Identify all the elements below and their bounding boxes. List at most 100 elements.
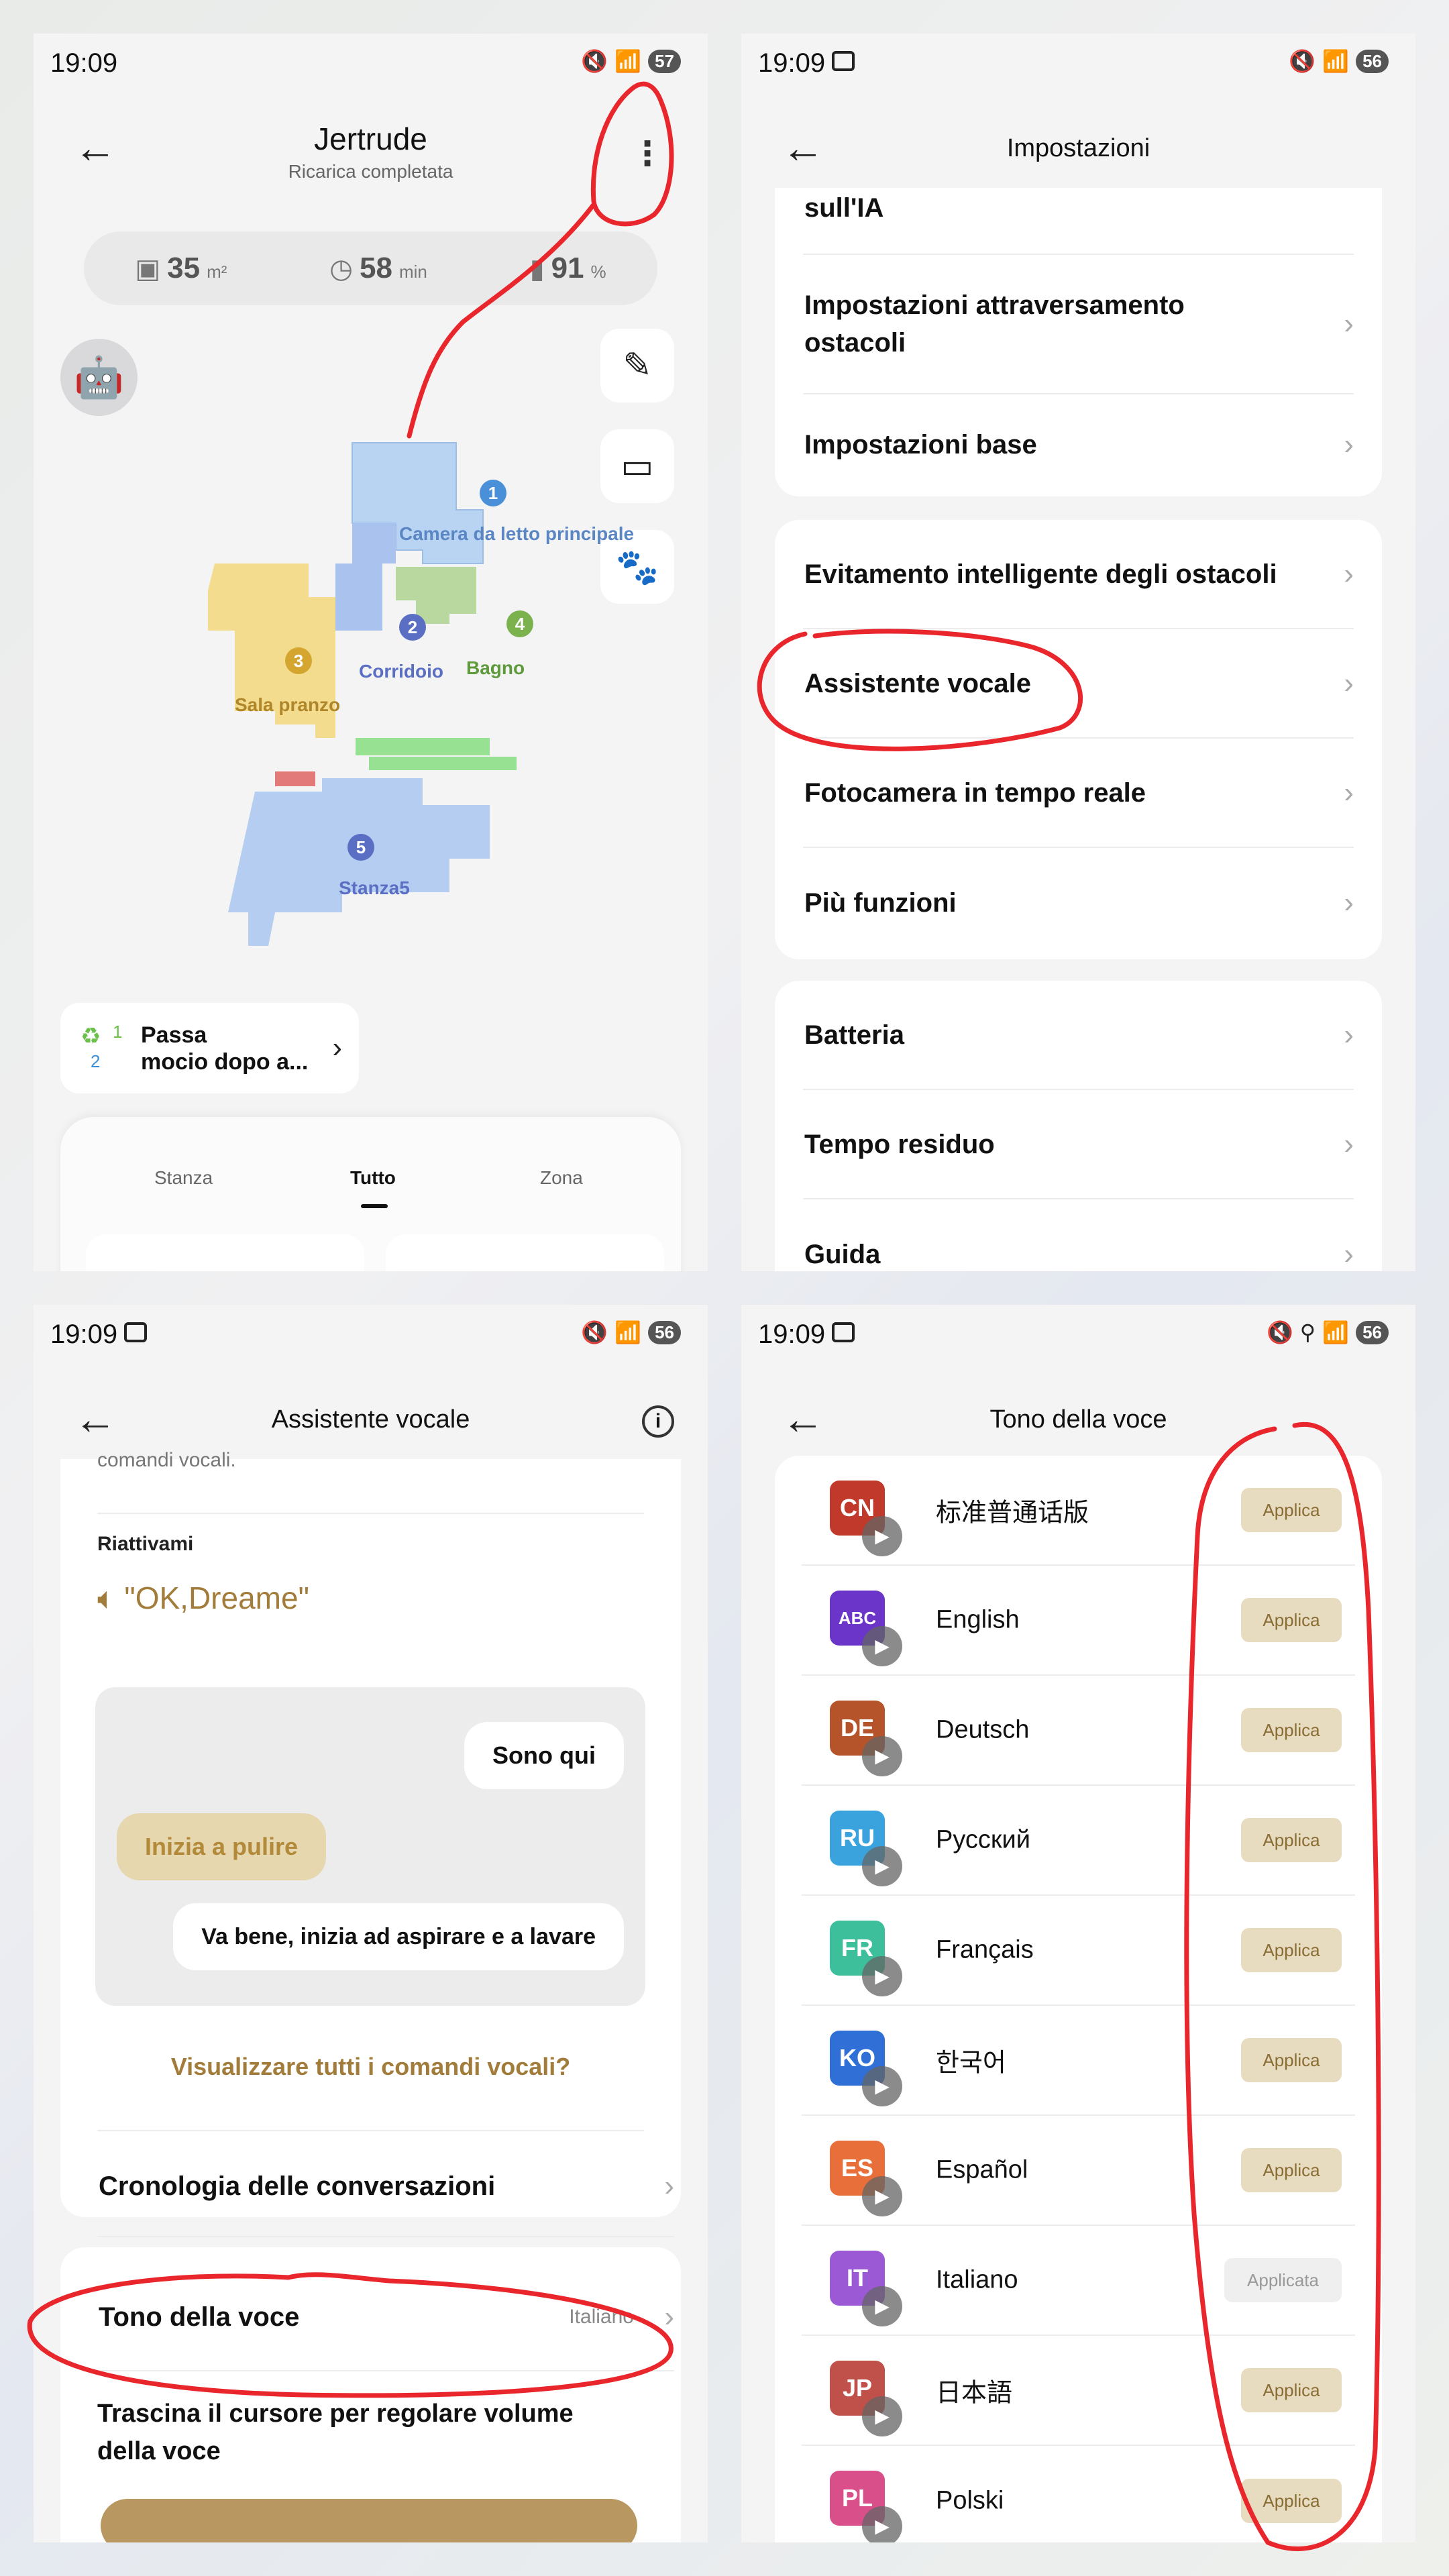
play-preview-icon[interactable]: ▶: [862, 1956, 902, 1996]
battery-value: 91: [551, 252, 584, 284]
play-preview-icon[interactable]: ▶: [862, 2286, 902, 2326]
language-row[interactable]: PL ▶ Polski Applica: [802, 2446, 1355, 2542]
robot-avatar[interactable]: 🤖: [60, 339, 138, 416]
play-preview-icon[interactable]: ▶: [862, 1516, 902, 1556]
edit-map-icon[interactable]: ✎: [600, 329, 674, 402]
screenshot-icon: [124, 1322, 147, 1342]
apply-button[interactable]: Applica: [1241, 1818, 1342, 1862]
clock-icon: ◷: [329, 254, 354, 284]
settings-row[interactable]: Guida ›: [803, 1199, 1354, 1271]
room-label-corridor[interactable]: Corridoio: [359, 661, 443, 682]
tab-room[interactable]: Stanza: [154, 1167, 213, 1189]
room-label-bathroom[interactable]: Bagno: [466, 657, 525, 679]
language-name: Deutsch: [936, 1715, 1030, 1744]
row-label: sull'IA: [804, 193, 884, 223]
settings-row[interactable]: Tempo residuo ›: [803, 1090, 1354, 1199]
language-row[interactable]: ABC ▶ English Applica: [802, 1566, 1355, 1676]
language-row[interactable]: KO ▶ 한국어 Applica: [802, 2006, 1355, 2116]
settings-group-1: sull'IA Impostazioni attraversamento ost…: [775, 188, 1382, 496]
settings-row[interactable]: sull'IA: [803, 188, 1354, 255]
floor-map[interactable]: Camera da letto principale Corridoio Sal…: [195, 429, 664, 966]
battery-badge: 57: [648, 49, 681, 73]
apply-button[interactable]: Applica: [1241, 1928, 1342, 1972]
area-icon: ▣: [135, 254, 161, 284]
page-title: Tono della voce: [989, 1405, 1167, 1434]
status-bar: 19:09 🔇 📶 56: [741, 34, 1415, 97]
area-stat: ▣ 35 m²: [135, 252, 227, 285]
settings-row[interactable]: Batteria ›: [803, 981, 1354, 1090]
row-label: Evitamento intelligente degli ostacoli: [804, 559, 1277, 589]
time-stat: ◷ 58 min: [329, 252, 427, 285]
room-number-3: 3: [285, 647, 312, 674]
chevron-right-icon: ›: [664, 2300, 674, 2333]
apply-button[interactable]: Applica: [1241, 1708, 1342, 1752]
robot-home-screen: 19:09 🔇 📶 57 ← Jertrude Ricarica complet…: [34, 34, 708, 1271]
voice-tone-value: Italiano: [569, 2306, 634, 2328]
all-commands-link[interactable]: Visualizzare tutti i comandi vocali?: [34, 2053, 708, 2081]
wake-phrase-row[interactable]: 🔈︎ "OK,Dreame": [97, 1580, 309, 1617]
language-row[interactable]: CN ▶ 标准普通话版 Applica: [802, 1456, 1355, 1566]
apply-button[interactable]: Applica: [1241, 2479, 1342, 2523]
settings-row[interactable]: Impostazioni attraversamento ostacoli ›: [803, 255, 1354, 394]
chevron-right-icon: ›: [1344, 557, 1354, 590]
play-preview-icon[interactable]: ▶: [862, 2066, 902, 2106]
mode-card[interactable]: [86, 1234, 364, 1271]
cleaning-stats: ▣ 35 m² ◷ 58 min ▮ 91 %: [84, 231, 657, 305]
language-row[interactable]: ES ▶ Español Applica: [802, 2116, 1355, 2226]
room-label-stanza5[interactable]: Stanza5: [339, 877, 410, 899]
time-value: 58: [360, 252, 392, 284]
page-title: Assistente vocale: [271, 1405, 470, 1434]
mop-badge-2: 2: [91, 1051, 101, 1071]
applied-button[interactable]: Applicata: [1224, 2258, 1342, 2302]
mode-card[interactable]: [386, 1234, 664, 1271]
settings-row[interactable]: Più funzioni ›: [803, 848, 1354, 957]
status-time: 19:09: [50, 1320, 118, 1349]
row-label: Impostazioni attraversamento ostacoli: [804, 290, 1185, 358]
status-bar: 19:09 🔇 📶 56: [34, 1305, 708, 1368]
voice-tone-row[interactable]: Tono della voce Italiano ›: [97, 2264, 674, 2371]
chevron-right-icon: ›: [1344, 885, 1354, 919]
chevron-right-icon: ›: [1344, 775, 1354, 809]
row-label: Cronologia delle conversazioni: [99, 2171, 496, 2201]
info-icon[interactable]: i: [642, 1405, 674, 1438]
nav-bar: ← Tono della voce: [741, 1379, 1415, 1459]
more-menu-icon[interactable]: ⋮: [631, 134, 664, 173]
play-preview-icon[interactable]: ▶: [862, 2506, 902, 2542]
apply-button[interactable]: Applica: [1241, 2148, 1342, 2192]
play-preview-icon[interactable]: ▶: [862, 1626, 902, 1666]
battery-badge: 56: [1356, 49, 1389, 73]
settings-row[interactable]: Impostazioni base ›: [803, 394, 1354, 495]
mute-icon: 🔇: [581, 49, 608, 73]
tab-zone[interactable]: Zona: [540, 1167, 583, 1189]
language-row[interactable]: FR ▶ Français Applica: [802, 1896, 1355, 2006]
settings-row[interactable]: Fotocamera in tempo reale ›: [803, 739, 1354, 848]
language-row[interactable]: IT ▶ Italiano Applicata: [802, 2226, 1355, 2336]
conversation-history-row[interactable]: Cronologia delle conversazioni ›: [97, 2137, 674, 2237]
apply-button[interactable]: Applica: [1241, 1598, 1342, 1642]
room-label-bedroom[interactable]: Camera da letto principale: [399, 523, 634, 545]
mop-after-card[interactable]: ♻ 1 2 Passa mocio dopo a... ›: [60, 1003, 359, 1093]
speaker-icon: 🔈︎: [97, 1580, 116, 1615]
settings-row[interactable]: Evitamento intelligente degli ostacoli ›: [803, 520, 1354, 629]
wake-title: Riattivami: [97, 1533, 194, 1555]
room-label-dining[interactable]: Sala pranzo: [235, 694, 340, 716]
play-preview-icon[interactable]: ▶: [862, 1846, 902, 1886]
status-icons: 🔇 📶 56: [1289, 48, 1389, 74]
tab-all[interactable]: Tutto: [350, 1167, 396, 1189]
wifi-icon: 📶: [614, 1320, 642, 1344]
volume-slider[interactable]: [101, 2499, 637, 2542]
language-row[interactable]: JP ▶ 日本語 Applica: [802, 2336, 1355, 2446]
user-bubble: Inizia a pulire: [117, 1813, 327, 1880]
robot-name: Jertrude: [314, 121, 427, 156]
language-row[interactable]: RU ▶ Русский Applica: [802, 1786, 1355, 1896]
play-preview-icon[interactable]: ▶: [862, 2396, 902, 2436]
apply-button[interactable]: Applica: [1241, 2368, 1342, 2412]
apply-button[interactable]: Applica: [1241, 2038, 1342, 2082]
settings-row-voice-assistant[interactable]: Assistente vocale ›: [803, 629, 1354, 739]
location-icon: ⚲: [1299, 1320, 1316, 1344]
play-preview-icon[interactable]: ▶: [862, 2176, 902, 2216]
language-row[interactable]: DE ▶ Deutsch Applica: [802, 1676, 1355, 1786]
play-preview-icon[interactable]: ▶: [862, 1736, 902, 1776]
language-name: Español: [936, 2155, 1028, 2184]
apply-button[interactable]: Applica: [1241, 1488, 1342, 1532]
